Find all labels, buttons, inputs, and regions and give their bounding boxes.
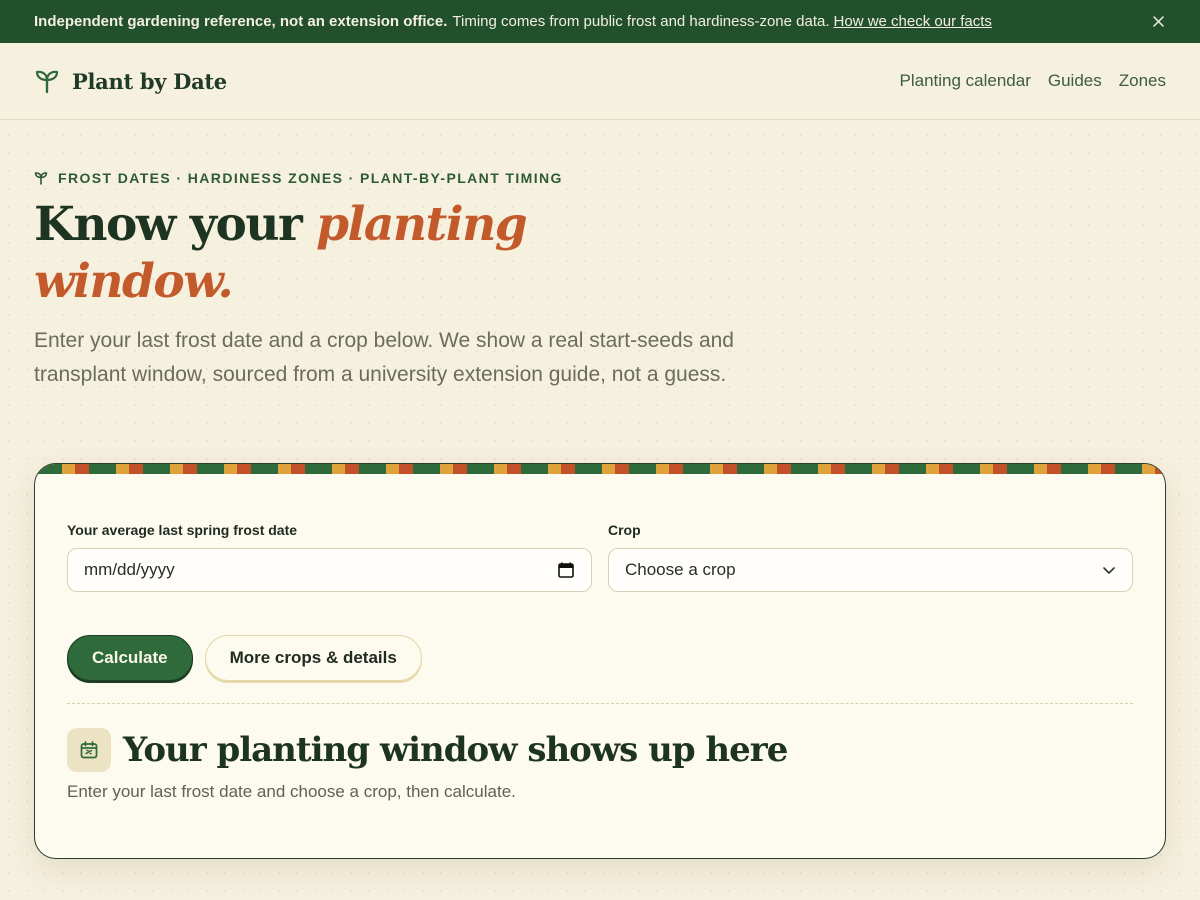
chevron-down-icon xyxy=(1103,567,1115,574)
close-icon xyxy=(1153,16,1164,27)
close-banner-button[interactable] xyxy=(1149,12,1168,31)
brand-logo-link[interactable]: Plant by Date xyxy=(34,68,227,94)
calendar-icon xyxy=(80,741,98,759)
sprout-icon xyxy=(35,70,59,94)
top-nav: Plant by Date Planting calendar Guides Z… xyxy=(0,43,1200,120)
page-title: Know your planting window. xyxy=(34,196,594,310)
calendar-icon[interactable] xyxy=(557,561,575,579)
title-plain: Know your xyxy=(34,197,303,252)
nav-link-zones[interactable]: Zones xyxy=(1119,71,1166,91)
result-icon-box xyxy=(67,728,111,772)
info-banner: Independent gardening reference, not an … xyxy=(0,0,1200,43)
banner-bold-text: Independent gardening reference, not an … xyxy=(34,13,448,30)
sprout-icon xyxy=(34,172,48,185)
frost-date-label: Your average last spring frost date xyxy=(67,522,298,538)
crop-field: Crop Choose a crop xyxy=(608,522,1133,592)
fact-check-link[interactable]: How we check our facts xyxy=(834,13,992,30)
crop-selected-value: Choose a crop xyxy=(625,560,736,579)
button-row: Calculate More crops & details xyxy=(35,592,1165,681)
crop-label: Crop xyxy=(608,522,641,538)
frost-date-field: Your average last spring frost date mm/d… xyxy=(67,522,592,592)
date-placeholder: mm/dd/yyyy xyxy=(84,560,175,579)
result-header: Your planting window shows up here xyxy=(35,704,1165,772)
eyebrow-text: Frost dates · Hardiness zones · Plant-by… xyxy=(58,170,563,186)
banner-text: Timing comes from public frost and hardi… xyxy=(452,13,830,30)
decorative-stripe xyxy=(35,464,1165,474)
form-row: Your average last spring frost date mm/d… xyxy=(35,474,1165,592)
result-title: Your planting window shows up here xyxy=(123,730,788,770)
result-subtitle: Enter your last frost date and choose a … xyxy=(67,782,516,801)
calculate-button[interactable]: Calculate xyxy=(67,635,193,681)
calculator-card: Your average last spring frost date mm/d… xyxy=(34,463,1166,859)
brand-name: Plant by Date xyxy=(72,68,227,94)
more-crops-button[interactable]: More crops & details xyxy=(204,635,422,681)
nav-link-planting-calendar[interactable]: Planting calendar xyxy=(900,71,1031,91)
eyebrow: Frost dates · Hardiness zones · Plant-by… xyxy=(34,170,1166,186)
frost-date-input[interactable]: mm/dd/yyyy xyxy=(67,548,592,592)
nav-links: Planting calendar Guides Zones xyxy=(900,71,1167,91)
hero-section: Frost dates · Hardiness zones · Plant-by… xyxy=(0,120,1200,392)
crop-select[interactable]: Choose a crop xyxy=(608,548,1133,592)
nav-link-guides[interactable]: Guides xyxy=(1048,71,1102,91)
lead-paragraph: Enter your last frost date and a crop be… xyxy=(34,329,734,386)
